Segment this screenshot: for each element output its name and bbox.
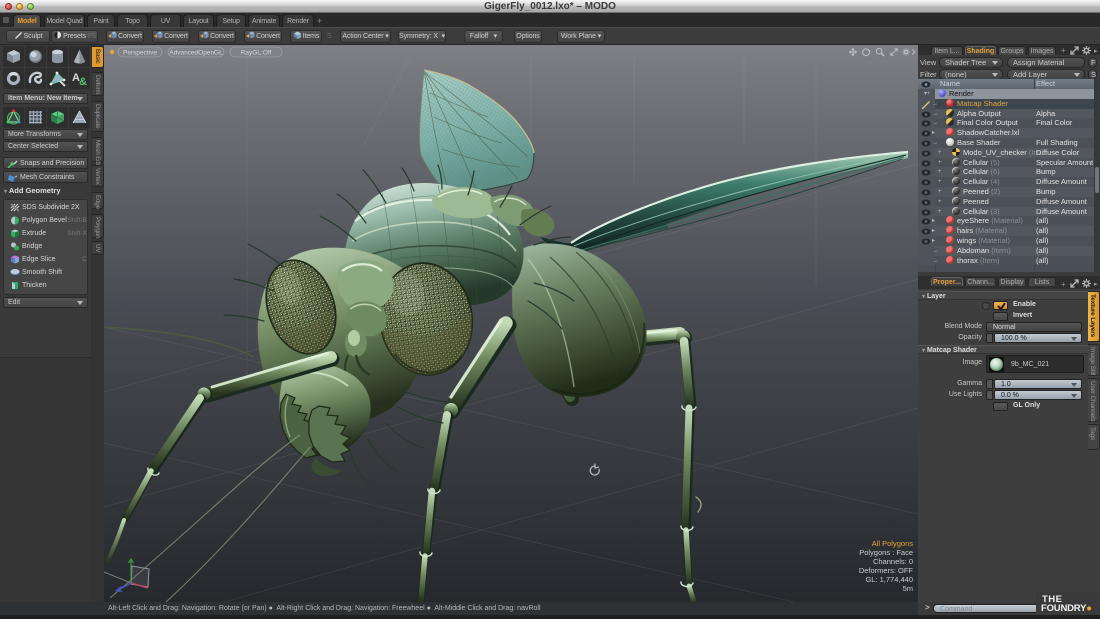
svg-text:Channels: 0: Channels: 0 — [873, 557, 913, 566]
svg-text:5m: 5m — [903, 584, 913, 593]
svg-text:RayGL:Off: RayGL:Off — [241, 50, 272, 57]
svg-text:&: & — [79, 76, 87, 88]
svg-text:GL: 1,774,440: GL: 1,774,440 — [865, 575, 913, 584]
svg-text:All Polygons: All Polygons — [872, 539, 914, 548]
svg-text:AdvancedOpenGL: AdvancedOpenGL — [169, 50, 223, 57]
svg-text:Deformers: OFF: Deformers: OFF — [859, 566, 914, 575]
svg-text:Polygons : Face: Polygons : Face — [859, 548, 913, 557]
svg-text:Perspective: Perspective — [123, 50, 157, 57]
